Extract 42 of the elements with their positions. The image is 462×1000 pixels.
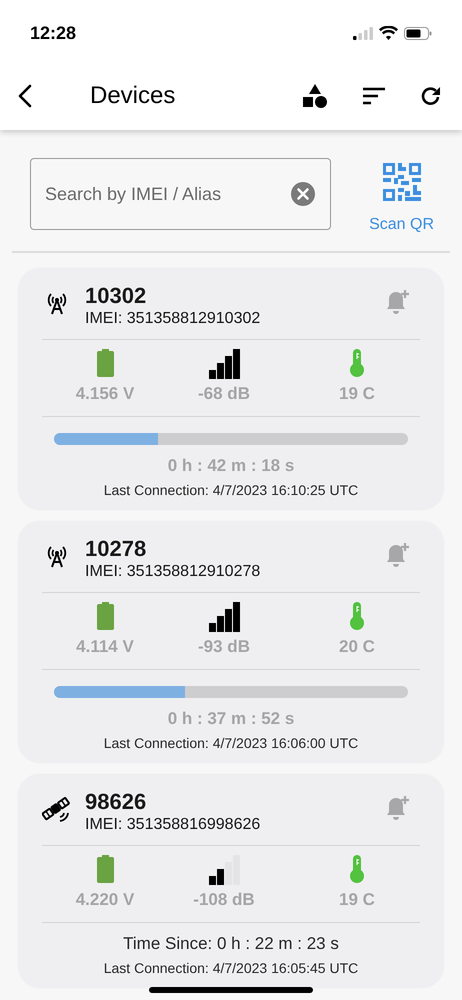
battery-icon <box>96 349 114 377</box>
temperature-value: 20 C <box>339 636 375 658</box>
voltage-value: 4.114 V <box>76 636 134 658</box>
clear-icon[interactable] <box>291 182 315 206</box>
status-time: 12:28 <box>30 22 76 44</box>
device-name: 10278 <box>85 536 148 562</box>
device-name: 10302 <box>85 283 148 309</box>
voltage-value: 4.220 V <box>76 889 134 911</box>
refresh-icon[interactable] <box>420 85 442 107</box>
shapes-icon[interactable] <box>302 83 328 109</box>
thermometer-icon <box>350 855 364 883</box>
last-connection-text: Last Connection: 4/7/2023 16:10:25 UTC <box>104 481 358 500</box>
wifi-icon <box>379 26 398 40</box>
battery-icon <box>96 855 114 883</box>
device-name: 98626 <box>85 789 148 815</box>
imei-text: IMEI: 351358816998626 <box>85 815 260 835</box>
battery-icon <box>96 602 114 630</box>
temperature-value: 19 C <box>339 889 375 911</box>
battery-icon <box>404 26 432 40</box>
imei-text: IMEI: 351358812910278 <box>85 562 260 582</box>
signal-value: -108 dB <box>193 889 255 911</box>
device-card[interactable]: 10302 IMEI: 351358812910302 4.156 V -68 dB 19 C 0 h : 42 m : 18 s Last Connection: 4/7/2023 16:10:25 UTC <box>18 268 444 510</box>
imei-text: IMEI: 351358812910302 <box>85 309 260 329</box>
signal-value: -68 dB <box>198 383 250 405</box>
time-since-text: Time Since: 0 h : 22 m : 23 s <box>123 932 339 954</box>
satellite-icon <box>42 797 72 823</box>
thermometer-icon <box>350 349 364 377</box>
search-field[interactable]: Search by IMEI / Alias <box>30 158 331 230</box>
temperature-value: 19 C <box>339 383 375 405</box>
device-card[interactable]: 98626 IMEI: 351358816998626 4.220 V -108 dB 19 C Time Since: 0 h : 22 m : 23 s Last Connection: 4/7/2023 16:05:45 UTC <box>18 774 444 988</box>
elapsed-time: 0 h : 37 m : 52 s <box>168 708 294 730</box>
sort-icon[interactable] <box>362 86 386 106</box>
last-connection-text: Last Connection: 4/7/2023 16:05:45 UTC <box>104 959 358 978</box>
cellular-signal-icon <box>353 26 373 40</box>
voltage-value: 4.156 V <box>76 383 134 405</box>
last-connection-text: Last Connection: 4/7/2023 16:06:00 UTC <box>104 734 358 753</box>
device-card[interactable]: 10278 IMEI: 351358812910278 4.114 V -93 dB 20 C 0 h : 37 m : 52 s Last Connection: 4/7/2023 16:06:00 UTC <box>18 521 444 763</box>
thermometer-icon <box>350 602 364 630</box>
signal-value: -93 dB <box>198 636 250 658</box>
qr-code-icon <box>382 163 421 201</box>
elapsed-time: 0 h : 42 m : 18 s <box>168 454 294 476</box>
screen-title: Devices <box>90 81 176 111</box>
